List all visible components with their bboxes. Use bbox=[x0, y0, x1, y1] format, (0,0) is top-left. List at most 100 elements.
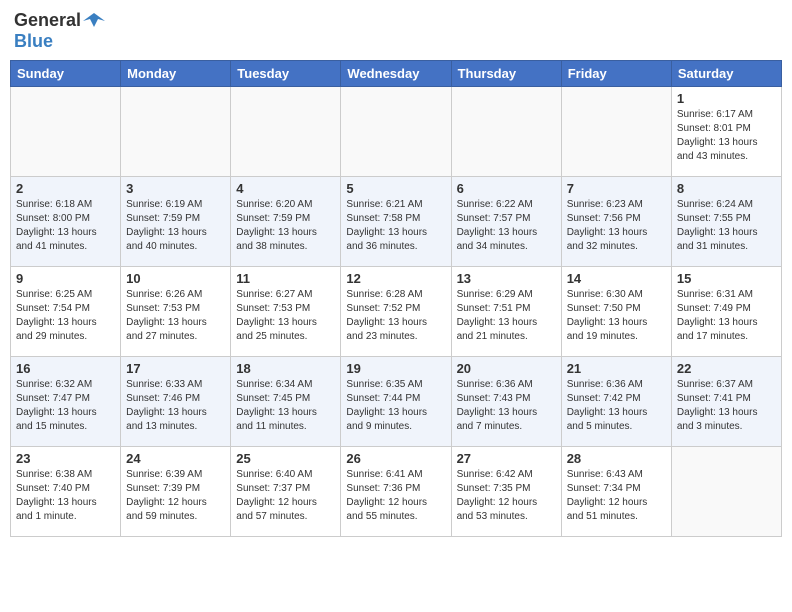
day-number: 14 bbox=[567, 271, 666, 286]
weekday-header-friday: Friday bbox=[561, 61, 671, 87]
calendar-cell: 17Sunrise: 6:33 AM Sunset: 7:46 PM Dayli… bbox=[121, 357, 231, 447]
day-info: Sunrise: 6:30 AM Sunset: 7:50 PM Dayligh… bbox=[567, 288, 666, 344]
day-info: Sunrise: 6:34 AM Sunset: 7:45 PM Dayligh… bbox=[236, 378, 335, 434]
calendar-cell: 19 Sunrise: 6:35 AM Sunset: 7:44 PM Dayli… bbox=[341, 357, 451, 447]
day-info: Sunrise: 6:35 AM Sunset: 7:44 PM Dayligh… bbox=[346, 378, 445, 434]
calendar-cell: 24 Sunrise: 6:39 AM Sunset: 7:39 PM Dayli… bbox=[121, 447, 231, 537]
day-number: 11 bbox=[236, 271, 335, 286]
day-number: 2 bbox=[16, 181, 115, 196]
calendar-cell: 15 Sunrise: 6:31 AM Sunset: 7:49 PM Dayli… bbox=[671, 267, 781, 357]
calendar-week-row: 2 Sunrise: 6:18 AM Sunset: 8:00 PM Daylig… bbox=[11, 177, 782, 267]
calendar-cell: 11 Sunrise: 6:27 AM Sunset: 7:53 PM Dayli… bbox=[231, 267, 341, 357]
calendar-cell: 18 Sunrise: 6:34 AM Sunset: 7:45 PM Dayli… bbox=[231, 357, 341, 447]
calendar-week-row: 23 Sunrise: 6:38 AM Sunset: 7:40 PM Dayli… bbox=[11, 447, 782, 537]
logo: General Blue bbox=[14, 10, 105, 52]
calendar-cell: 9 Sunrise: 6:25 AM Sunset: 7:54 PM Daylig… bbox=[11, 267, 121, 357]
calendar-cell: 5 Sunrise: 6:21 AM Sunset: 7:58 PM Daylig… bbox=[341, 177, 451, 267]
calendar-cell: 27 Sunrise: 6:42 AM Sunset: 7:35 PM Dayli… bbox=[451, 447, 561, 537]
day-info: Sunrise: 6:26 AM Sunset: 7:53 PM Dayligh… bbox=[126, 288, 225, 344]
calendar-cell: 1 Sunrise: 6:17 AM Sunset: 8:01 PM Daylig… bbox=[671, 87, 781, 177]
calendar-cell: 23 Sunrise: 6:38 AM Sunset: 7:40 PM Dayli… bbox=[11, 447, 121, 537]
day-info: Sunrise: 6:27 AM Sunset: 7:53 PM Dayligh… bbox=[236, 288, 335, 344]
weekday-header-tuesday: Tuesday bbox=[231, 61, 341, 87]
page-header: General Blue bbox=[10, 10, 782, 52]
calendar-cell: 16 Sunrise: 6:32 AM Sunset: 7:47 PM Dayli… bbox=[11, 357, 121, 447]
calendar-week-row: 9 Sunrise: 6:25 AM Sunset: 7:54 PM Daylig… bbox=[11, 267, 782, 357]
calendar-cell: 20 Sunrise: 6:36 AM Sunset: 7:43 PM Dayli… bbox=[451, 357, 561, 447]
calendar-cell: 8Sunrise: 6:24 AM Sunset: 7:55 PM Daylig… bbox=[671, 177, 781, 267]
day-number: 21 bbox=[567, 361, 666, 376]
calendar-cell bbox=[561, 87, 671, 177]
day-info: Sunrise: 6:31 AM Sunset: 7:49 PM Dayligh… bbox=[677, 288, 776, 344]
weekday-header-thursday: Thursday bbox=[451, 61, 561, 87]
day-info: Sunrise: 6:40 AM Sunset: 7:37 PM Dayligh… bbox=[236, 468, 335, 524]
day-info: Sunrise: 6:21 AM Sunset: 7:58 PM Dayligh… bbox=[346, 198, 445, 254]
day-info: Sunrise: 6:32 AM Sunset: 7:47 PM Dayligh… bbox=[16, 378, 115, 434]
day-info: Sunrise: 6:19 AM Sunset: 7:59 PM Dayligh… bbox=[126, 198, 225, 254]
day-info: Sunrise: 6:28 AM Sunset: 7:52 PM Dayligh… bbox=[346, 288, 445, 344]
day-number: 19 bbox=[346, 361, 445, 376]
day-number: 17 bbox=[126, 361, 225, 376]
day-info: Sunrise: 6:25 AM Sunset: 7:54 PM Dayligh… bbox=[16, 288, 115, 344]
calendar-cell: 2 Sunrise: 6:18 AM Sunset: 8:00 PM Daylig… bbox=[11, 177, 121, 267]
calendar-cell: 7Sunrise: 6:23 AM Sunset: 7:56 PM Daylig… bbox=[561, 177, 671, 267]
calendar-cell bbox=[121, 87, 231, 177]
day-number: 26 bbox=[346, 451, 445, 466]
day-info: Sunrise: 6:24 AM Sunset: 7:55 PM Dayligh… bbox=[677, 198, 776, 254]
day-info: Sunrise: 6:36 AM Sunset: 7:43 PM Dayligh… bbox=[457, 378, 556, 434]
day-info: Sunrise: 6:37 AM Sunset: 7:41 PM Dayligh… bbox=[677, 378, 776, 434]
calendar-cell: 28 Sunrise: 6:43 AM Sunset: 7:34 PM Dayli… bbox=[561, 447, 671, 537]
day-info: Sunrise: 6:43 AM Sunset: 7:34 PM Dayligh… bbox=[567, 468, 666, 524]
day-number: 20 bbox=[457, 361, 556, 376]
calendar-cell: 21Sunrise: 6:36 AM Sunset: 7:42 PM Dayli… bbox=[561, 357, 671, 447]
day-info: Sunrise: 6:18 AM Sunset: 8:00 PM Dayligh… bbox=[16, 198, 115, 254]
calendar-cell: 6Sunrise: 6:22 AM Sunset: 7:57 PM Daylig… bbox=[451, 177, 561, 267]
day-number: 1 bbox=[677, 91, 776, 106]
logo-bird-icon bbox=[83, 11, 105, 31]
day-number: 12 bbox=[346, 271, 445, 286]
day-number: 15 bbox=[677, 271, 776, 286]
calendar-cell bbox=[231, 87, 341, 177]
calendar-cell: 12 Sunrise: 6:28 AM Sunset: 7:52 PM Dayli… bbox=[341, 267, 451, 357]
calendar-header-row: SundayMondayTuesdayWednesdayThursdayFrid… bbox=[11, 61, 782, 87]
weekday-header-wednesday: Wednesday bbox=[341, 61, 451, 87]
day-number: 13 bbox=[457, 271, 556, 286]
day-number: 3 bbox=[126, 181, 225, 196]
calendar-cell: 25 Sunrise: 6:40 AM Sunset: 7:37 PM Dayli… bbox=[231, 447, 341, 537]
day-info: Sunrise: 6:17 AM Sunset: 8:01 PM Dayligh… bbox=[677, 108, 776, 164]
day-number: 18 bbox=[236, 361, 335, 376]
day-number: 24 bbox=[126, 451, 225, 466]
day-info: Sunrise: 6:38 AM Sunset: 7:40 PM Dayligh… bbox=[16, 468, 115, 524]
calendar-cell: 26 Sunrise: 6:41 AM Sunset: 7:36 PM Dayli… bbox=[341, 447, 451, 537]
weekday-header-sunday: Sunday bbox=[11, 61, 121, 87]
day-number: 10 bbox=[126, 271, 225, 286]
day-number: 16 bbox=[16, 361, 115, 376]
day-number: 23 bbox=[16, 451, 115, 466]
logo-blue-text: Blue bbox=[14, 31, 53, 51]
day-number: 4 bbox=[236, 181, 335, 196]
calendar-cell bbox=[341, 87, 451, 177]
day-number: 25 bbox=[236, 451, 335, 466]
day-number: 27 bbox=[457, 451, 556, 466]
day-number: 7 bbox=[567, 181, 666, 196]
calendar-cell: 13 Sunrise: 6:29 AM Sunset: 7:51 PM Dayli… bbox=[451, 267, 561, 357]
weekday-header-monday: Monday bbox=[121, 61, 231, 87]
calendar-cell bbox=[671, 447, 781, 537]
day-number: 5 bbox=[346, 181, 445, 196]
calendar-week-row: 1 Sunrise: 6:17 AM Sunset: 8:01 PM Daylig… bbox=[11, 87, 782, 177]
calendar-cell: 22 Sunrise: 6:37 AM Sunset: 7:41 PM Dayli… bbox=[671, 357, 781, 447]
day-info: Sunrise: 6:41 AM Sunset: 7:36 PM Dayligh… bbox=[346, 468, 445, 524]
calendar-cell: 3 Sunrise: 6:19 AM Sunset: 7:59 PM Daylig… bbox=[121, 177, 231, 267]
calendar-cell: 10 Sunrise: 6:26 AM Sunset: 7:53 PM Dayli… bbox=[121, 267, 231, 357]
day-info: Sunrise: 6:42 AM Sunset: 7:35 PM Dayligh… bbox=[457, 468, 556, 524]
day-info: Sunrise: 6:20 AM Sunset: 7:59 PM Dayligh… bbox=[236, 198, 335, 254]
calendar-table: SundayMondayTuesdayWednesdayThursdayFrid… bbox=[10, 60, 782, 537]
day-number: 22 bbox=[677, 361, 776, 376]
day-number: 9 bbox=[16, 271, 115, 286]
calendar-cell: 14 Sunrise: 6:30 AM Sunset: 7:50 PM Dayli… bbox=[561, 267, 671, 357]
day-number: 28 bbox=[567, 451, 666, 466]
day-info: Sunrise: 6:39 AM Sunset: 7:39 PM Dayligh… bbox=[126, 468, 225, 524]
calendar-week-row: 16 Sunrise: 6:32 AM Sunset: 7:47 PM Dayli… bbox=[11, 357, 782, 447]
weekday-header-saturday: Saturday bbox=[671, 61, 781, 87]
day-info: Sunrise: 6:29 AM Sunset: 7:51 PM Dayligh… bbox=[457, 288, 556, 344]
